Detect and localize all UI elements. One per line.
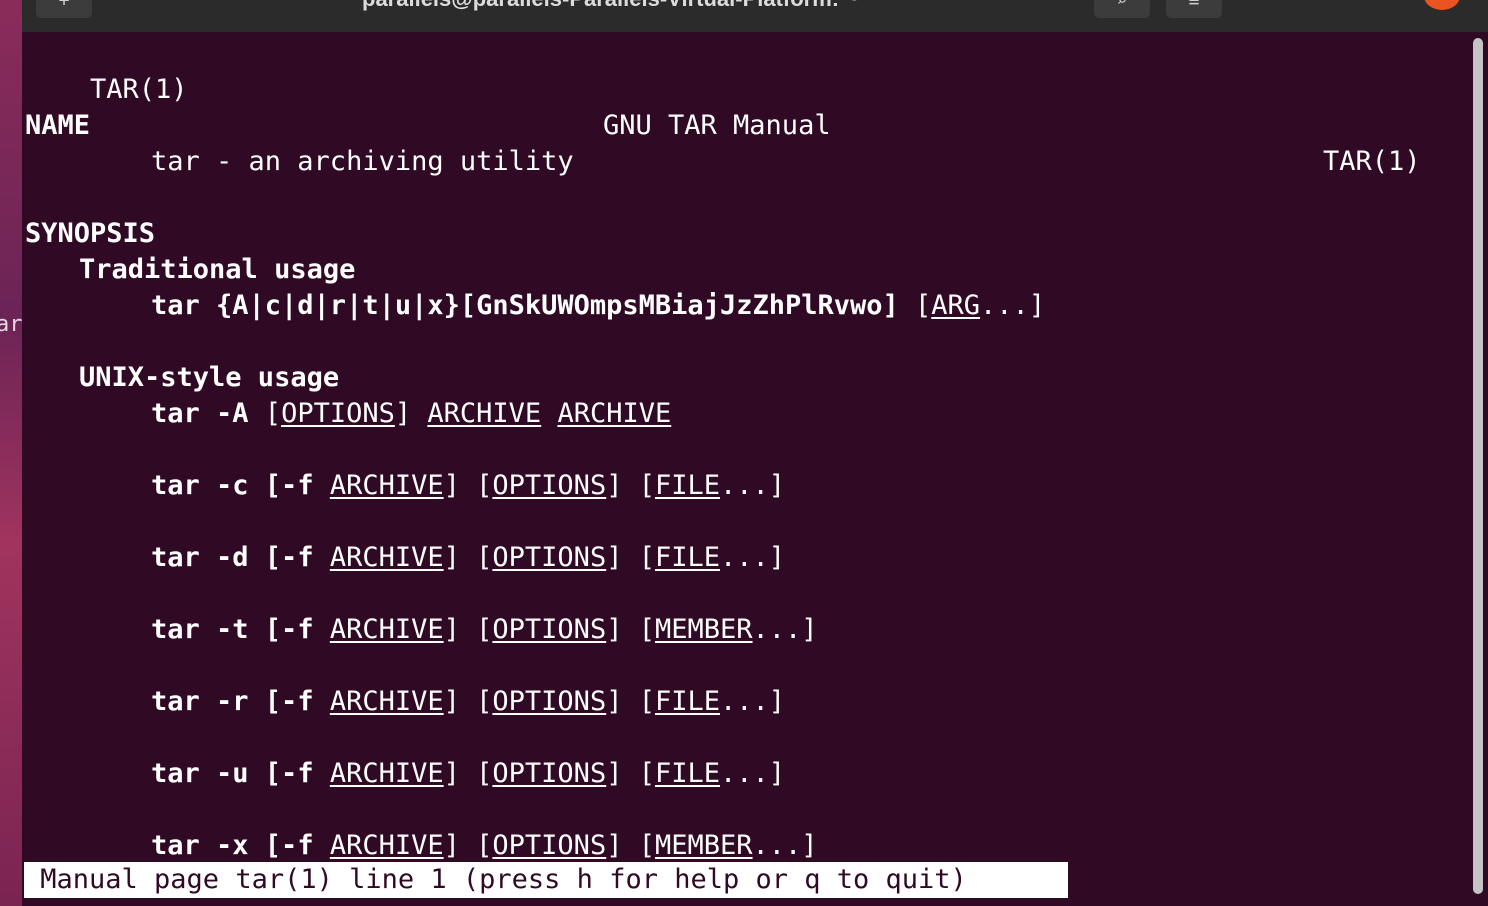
header-left: TAR(1): [90, 74, 188, 105]
window-title: parallels@parallels-Parallels-Virtual-Pl…: [362, 0, 1062, 12]
unix-usage-line: tar -u [-f ARCHIVE] [OPTIONS] [FILE...]: [151, 758, 786, 789]
unix-usage-line: tar -c [-f ARCHIVE] [OPTIONS] [FILE...]: [151, 470, 786, 501]
section-synopsis-heading: SYNOPSIS: [25, 218, 156, 249]
unix-usage-line: tar -r [-f ARCHIVE] [OPTIONS] [FILE...]: [151, 686, 786, 717]
pager-status-bar: Manual page tar(1) line 1 (press h for h…: [24, 862, 1068, 898]
unix-usage-line: tar -x [-f ARCHIVE] [OPTIONS] [MEMBER...…: [151, 830, 818, 861]
plus-icon: +: [58, 0, 70, 11]
scrollbar-thumb[interactable]: [1473, 38, 1483, 894]
section-name-heading: NAME: [25, 110, 91, 141]
search-button[interactable]: ⌕: [1094, 0, 1150, 18]
scrollbar[interactable]: [1468, 32, 1488, 906]
name-description: tar - an archiving utility: [151, 146, 574, 177]
menu-button[interactable]: ≡: [1166, 0, 1222, 18]
unix-usage-line: tar -d [-f ARCHIVE] [OPTIONS] [FILE...]: [151, 542, 786, 573]
hamburger-menu-icon: ≡: [1188, 0, 1200, 11]
man-header: TAR(1) GNU TAR Manual TAR(1): [25, 36, 1465, 177]
terminal-body[interactable]: TAR(1) GNU TAR Manual TAR(1) NAME tar - …: [22, 32, 1488, 906]
new-tab-button[interactable]: +: [36, 0, 92, 18]
close-button[interactable]: [1424, 0, 1460, 10]
traditional-usage-line: tar {A|c|d|r|t|u|x}[GnSkUWOmpsMBiajJzZhP…: [151, 290, 1046, 321]
unix-usage-heading: UNIX-style usage: [79, 362, 340, 393]
terminal-titlebar[interactable]: + parallels@parallels-Parallels-Virtual-…: [22, 0, 1488, 32]
search-icon: ⌕: [1116, 0, 1128, 11]
header-right: TAR(1): [1323, 146, 1421, 177]
arg-placeholder: ARG: [931, 290, 981, 321]
unix-usage-line-A: tar -A [OPTIONS] ARCHIVE ARCHIVE: [151, 398, 672, 429]
desktop-background: [0, 0, 22, 906]
desktop-icon-label: ar: [0, 312, 22, 337]
unix-usage-line: tar -t [-f ARCHIVE] [OPTIONS] [MEMBER...…: [151, 614, 818, 645]
header-center: GNU TAR Manual: [603, 110, 831, 141]
traditional-usage-heading: Traditional usage: [79, 254, 356, 285]
